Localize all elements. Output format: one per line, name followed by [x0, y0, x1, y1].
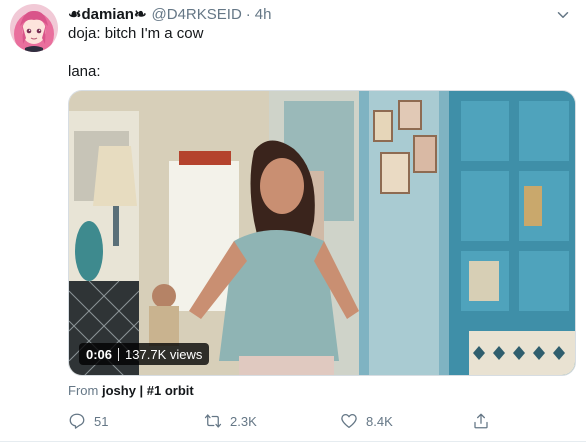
video-player[interactable]: 0:06 137.7K views — [68, 90, 576, 376]
avatar[interactable] — [10, 4, 58, 52]
heart-icon — [341, 413, 357, 429]
video-duration: 0:06 — [86, 346, 113, 362]
like-count: 8.4K — [366, 413, 393, 429]
timestamp[interactable]: 4h — [255, 6, 272, 23]
display-name[interactable]: ☙damian❧ — [68, 5, 147, 23]
divider — [118, 347, 120, 361]
video-views: 137.7K views — [125, 346, 203, 362]
tweet-text-line: lana: — [68, 63, 101, 80]
anime-avatar-icon — [10, 4, 58, 52]
retweet-icon — [204, 414, 222, 428]
share-button[interactable] — [472, 412, 498, 430]
like-button[interactable]: 8.4K — [340, 412, 393, 430]
chevron-down-icon[interactable] — [554, 6, 572, 24]
tweet-text-line: doja: bitch I'm a cow — [68, 25, 204, 42]
share-icon — [474, 413, 488, 429]
tweet[interactable]: ☙damian❧ @D4RKSEID · 4h doja: bitch I'm … — [0, 0, 586, 442]
reply-count: 51 — [94, 413, 109, 429]
video-meta-badge: 0:06 137.7K views — [79, 343, 210, 365]
reply-icon — [69, 413, 85, 429]
handle[interactable]: @D4RKSEID — [152, 6, 242, 23]
retweet-count: 2.3K — [230, 413, 257, 429]
reply-button[interactable]: 51 — [68, 412, 108, 430]
tweet-header: ☙damian❧ @D4RKSEID · 4h — [68, 4, 572, 24]
separator-dot: · — [245, 5, 251, 23]
tweet-actions: 51 2.3K 8.4K — [68, 410, 508, 432]
tweet-text: doja: bitch I'm a cow lana: — [68, 24, 572, 82]
media-attribution: From joshy | #1 orbit — [68, 383, 194, 398]
attribution-prefix: From — [68, 383, 99, 398]
retweet-button[interactable]: 2.3K — [204, 412, 257, 430]
attribution-source[interactable]: joshy | #1 orbit — [102, 383, 194, 398]
video-frame — [69, 91, 575, 375]
